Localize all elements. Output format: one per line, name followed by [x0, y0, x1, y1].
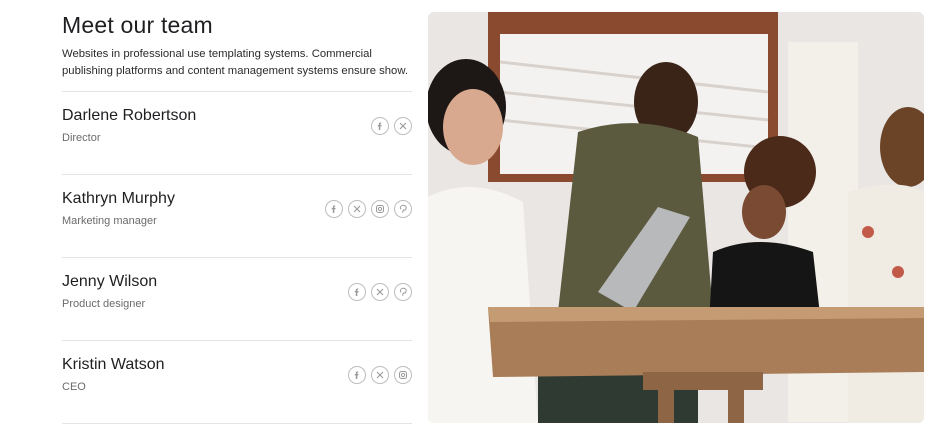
- facebook-icon[interactable]: [371, 117, 389, 135]
- team-member: Jenny Wilson Product designer: [62, 273, 412, 355]
- instagram-icon[interactable]: [371, 200, 389, 218]
- pinterest-icon[interactable]: [394, 283, 412, 301]
- facebook-icon[interactable]: [348, 366, 366, 384]
- team-member: Kathryn Murphy Marketing manager: [62, 190, 412, 272]
- member-role: Product designer: [62, 298, 146, 310]
- x-icon[interactable]: [371, 366, 389, 384]
- divider: [62, 340, 412, 341]
- team-photo: [428, 12, 924, 423]
- team-member: Darlene Robertson Director: [62, 107, 412, 189]
- pinterest-icon[interactable]: [394, 200, 412, 218]
- team-member: Kristin Watson CEO: [62, 356, 412, 438]
- instagram-icon[interactable]: [394, 366, 412, 384]
- social-links: [348, 283, 412, 301]
- member-role: Marketing manager: [62, 215, 157, 227]
- member-name: Kristin Watson: [62, 356, 165, 373]
- x-icon[interactable]: [348, 200, 366, 218]
- divider: [62, 91, 412, 92]
- member-role: CEO: [62, 381, 86, 393]
- section-title: Meet our team: [62, 12, 213, 38]
- facebook-icon[interactable]: [348, 283, 366, 301]
- member-name: Darlene Robertson: [62, 107, 197, 124]
- divider: [62, 174, 412, 175]
- section-intro: Websites in professional use templating …: [62, 48, 409, 77]
- social-links: [371, 117, 412, 135]
- social-links: [348, 366, 412, 384]
- x-icon[interactable]: [371, 283, 389, 301]
- social-links: [325, 200, 412, 218]
- x-icon[interactable]: [394, 117, 412, 135]
- member-name: Kathryn Murphy: [62, 190, 175, 207]
- divider: [62, 423, 412, 424]
- member-role: Director: [62, 132, 101, 144]
- facebook-icon[interactable]: [325, 200, 343, 218]
- divider: [62, 257, 412, 258]
- member-name: Jenny Wilson: [62, 273, 158, 290]
